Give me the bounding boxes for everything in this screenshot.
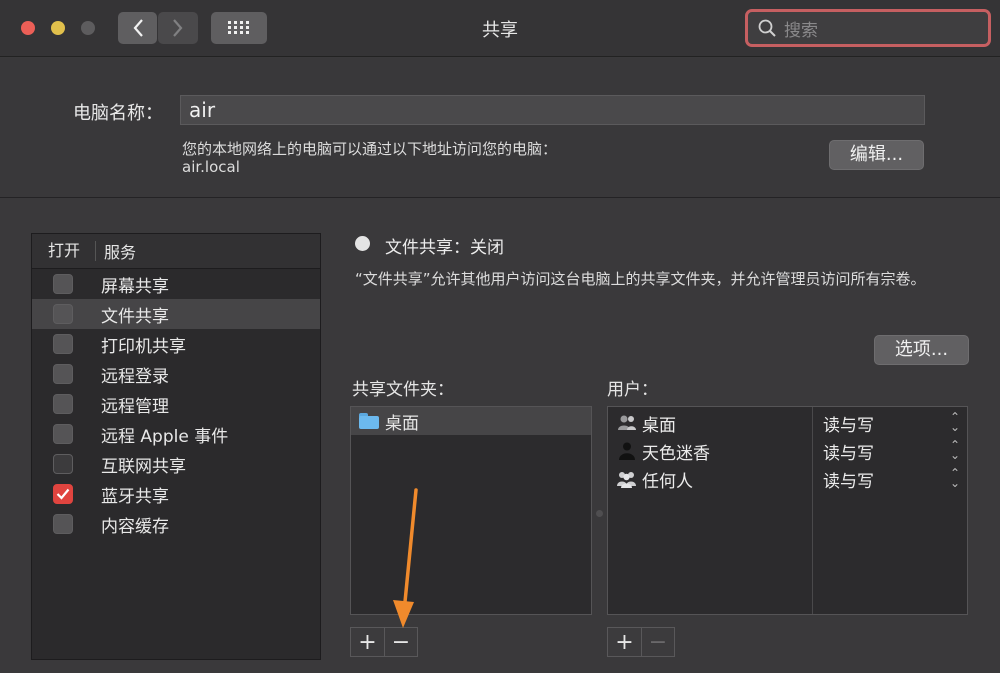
service-checkbox[interactable] <box>53 334 73 354</box>
access-description: 您的本地网络上的电脑可以通过以下地址访问您的电脑： <box>182 140 558 158</box>
window-title: 共享 <box>482 20 518 41</box>
permission-value[interactable]: 读与写 <box>823 467 874 492</box>
service-row[interactable]: 打印机共享 <box>32 329 320 359</box>
service-row[interactable]: 文件共享 <box>32 299 320 329</box>
computer-name-field[interactable]: air <box>180 95 925 125</box>
search-input[interactable]: 搜索 <box>745 9 991 47</box>
add-user-button[interactable]: + <box>608 628 641 656</box>
folder-icon <box>359 413 379 429</box>
split-handle[interactable] <box>596 510 603 517</box>
zoom-window-button[interactable] <box>81 21 95 35</box>
shared-folders-label: 共享文件夹： <box>352 380 454 400</box>
service-label: 远程管理 <box>101 396 169 417</box>
service-label: 蓝牙共享 <box>101 486 169 507</box>
service-row[interactable]: 内容缓存 <box>32 509 320 539</box>
service-checkbox[interactable] <box>53 394 73 414</box>
service-row[interactable]: 屏幕共享 <box>32 269 320 299</box>
minimize-window-button[interactable] <box>51 21 65 35</box>
permission-stepper-icon[interactable]: ⌃ ⌄ <box>948 439 962 461</box>
user-icon <box>616 441 638 461</box>
chevron-right-icon <box>173 19 183 37</box>
permission-value[interactable]: 读与写 <box>823 439 874 464</box>
status-indicator-icon <box>355 236 370 251</box>
users-label: 用户： <box>607 380 658 400</box>
chevron-left-icon <box>133 19 143 37</box>
service-row[interactable]: 互联网共享 <box>32 449 320 479</box>
service-row[interactable]: 远程管理 <box>32 389 320 419</box>
shared-folders-list[interactable]: 桌面 <box>350 406 592 615</box>
remove-user-button[interactable]: − <box>641 628 674 656</box>
folder-name: 桌面 <box>385 413 419 434</box>
grid-icon <box>228 21 249 34</box>
user-row[interactable]: 天色迷香 读与写 ⌃ ⌄ <box>608 437 967 465</box>
service-label: 互联网共享 <box>101 456 186 477</box>
folders-add-remove: + − <box>350 627 418 657</box>
add-folder-button[interactable]: + <box>351 628 384 656</box>
show-all-button[interactable] <box>211 12 267 44</box>
users-list[interactable]: 桌面 读与写 ⌃ ⌄ 天色迷香 读与写 ⌃ ⌄ 任何人 读与写 ⌃ ⌄ <box>607 406 968 615</box>
search-icon <box>758 19 776 37</box>
services-list: 打开 服务 屏幕共享文件共享打印机共享远程登录远程管理远程 Apple 事件 互联… <box>31 233 321 660</box>
service-label: 远程登录 <box>101 366 169 387</box>
close-window-button[interactable] <box>21 21 35 35</box>
service-checkbox[interactable] <box>53 364 73 384</box>
remove-folder-button[interactable]: − <box>384 628 417 656</box>
service-label: 文件共享 <box>101 306 169 327</box>
checkmark-icon <box>56 488 70 500</box>
file-sharing-status: 文件共享：关闭 <box>385 238 504 258</box>
user-name: 任何人 <box>642 471 693 492</box>
local-address: air.local <box>182 158 240 176</box>
service-checkbox[interactable] <box>53 484 73 504</box>
permission-stepper-icon[interactable]: ⌃ ⌄ <box>948 467 962 489</box>
service-checkbox[interactable] <box>53 274 73 294</box>
service-row[interactable]: 远程 Apple 事件 <box>32 419 320 449</box>
header-on: 打开 <box>32 241 96 261</box>
service-label: 远程 Apple 事件 <box>101 426 229 447</box>
title-bar: 共享 搜索 <box>0 0 1000 57</box>
back-button[interactable] <box>118 12 157 44</box>
service-row[interactable]: 蓝牙共享 <box>32 479 320 509</box>
service-checkbox[interactable] <box>53 424 73 444</box>
service-checkbox[interactable] <box>53 304 73 324</box>
folder-item[interactable]: 桌面 <box>351 407 591 435</box>
header-service: 服务 <box>104 243 137 262</box>
services-header: 打开 服务 <box>32 234 320 269</box>
edit-button[interactable]: 编辑... <box>829 140 924 170</box>
computer-name-section: 电脑名称： air 您的本地网络上的电脑可以通过以下地址访问您的电脑： air.… <box>0 58 1000 198</box>
computer-name-label: 电脑名称： <box>73 103 163 124</box>
service-label: 屏幕共享 <box>101 276 169 297</box>
users-add-remove: + − <box>607 627 675 657</box>
permission-stepper-icon[interactable]: ⌃ ⌄ <box>948 411 962 433</box>
everyone-icon <box>616 469 638 489</box>
file-sharing-description: “文件共享”允许其他用户访问这台电脑上的共享文件夹，并允许管理员访问所有宗卷。 <box>355 270 926 288</box>
service-checkbox[interactable] <box>53 514 73 534</box>
permission-value[interactable]: 读与写 <box>823 411 874 436</box>
service-row[interactable]: 远程登录 <box>32 359 320 389</box>
group-icon <box>616 413 638 433</box>
forward-button[interactable] <box>158 12 198 44</box>
service-label: 打印机共享 <box>101 336 186 357</box>
service-label: 内容缓存 <box>101 516 169 537</box>
search-placeholder: 搜索 <box>784 20 818 41</box>
user-name: 天色迷香 <box>642 443 710 464</box>
service-checkbox[interactable] <box>53 454 73 474</box>
options-button[interactable]: 选项... <box>874 335 969 365</box>
user-name: 桌面 <box>642 415 676 436</box>
user-row[interactable]: 桌面 读与写 ⌃ ⌄ <box>608 409 967 437</box>
user-row[interactable]: 任何人 读与写 ⌃ ⌄ <box>608 465 967 493</box>
